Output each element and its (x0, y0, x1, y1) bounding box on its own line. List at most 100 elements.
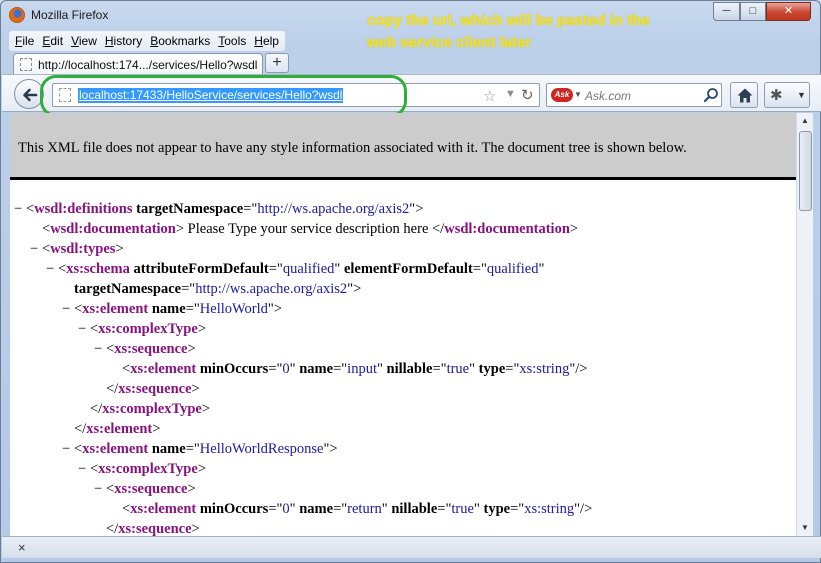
menu-item-help[interactable]: Help (250, 31, 283, 51)
back-arrow-icon (23, 88, 38, 102)
xml-attribute-value: return (347, 501, 382, 517)
xml-text: =" (185, 441, 200, 457)
search-bar[interactable]: Ask ▼ Ask.com (546, 83, 722, 107)
search-input[interactable]: Ask.com (585, 89, 631, 103)
menu-item-edit[interactable]: Edit (38, 31, 67, 51)
new-tab-button[interactable]: + (265, 53, 289, 73)
xml-text: > (115, 241, 124, 257)
xml-text: " (289, 501, 300, 517)
xml-text: " (538, 261, 545, 277)
xml-line: − <wsdl:types> (10, 239, 796, 259)
xml-text: > (187, 341, 196, 357)
menu-label: dit (50, 34, 64, 48)
xml-attribute-value: 0 (282, 501, 290, 517)
xml-attribute-name: nillable (391, 501, 438, 517)
xml-tag-name: xs:element (82, 301, 149, 317)
addon-toolbar-button[interactable]: ✱ ▼ (764, 82, 810, 108)
collapse-toggle[interactable]: − (78, 459, 90, 479)
xml-text: </ (74, 421, 87, 437)
home-button[interactable] (730, 82, 758, 108)
xml-attribute-name: type (478, 361, 506, 377)
collapse-toggle[interactable]: − (62, 439, 74, 459)
xml-text: "> (267, 301, 283, 317)
xml-tag-name: xs:sequence (114, 341, 188, 357)
xml-text: < (122, 361, 131, 377)
xml-line: − <wsdl:definitions targetNamespace="http… (10, 199, 796, 219)
xml-info-text: This XML file does not appear to have an… (18, 140, 687, 156)
xml-text: < (106, 481, 115, 497)
xml-line: − <xs:element name="HelloWorld"> (10, 299, 796, 319)
xml-attribute-name: name (299, 501, 334, 517)
collapse-toggle[interactable]: − (14, 199, 26, 219)
xml-text: > (197, 321, 206, 337)
xml-tag-name: wsdl:documentation (50, 221, 176, 237)
star-icon[interactable]: ☆ (483, 87, 496, 105)
magnifier-icon[interactable] (703, 87, 719, 103)
collapse-toggle[interactable]: − (94, 479, 106, 499)
xml-text: < (74, 301, 83, 317)
xml-text: =" (472, 261, 487, 277)
menu-item-history[interactable]: History (101, 31, 146, 51)
xml-text: </ (90, 401, 103, 417)
close-button[interactable]: ✕ (766, 2, 811, 21)
scroll-down-button[interactable]: ▼ (797, 520, 813, 536)
xml-text: < (42, 241, 51, 257)
xml-text: =" (185, 301, 200, 317)
collapse-toggle[interactable]: − (78, 319, 90, 339)
menu-item-file[interactable]: File (11, 31, 38, 51)
xml-attribute-name: targetNamespace (136, 201, 244, 217)
url-highlight-ring (40, 75, 407, 117)
xml-line: − <xs:complexType> (10, 459, 796, 479)
xml-text: < (90, 321, 99, 337)
reload-icon[interactable]: ↻ (521, 86, 534, 104)
menu-item-view[interactable]: View (67, 31, 101, 51)
xml-line: <xs:element minOccurs="0" name="input" n… (10, 359, 796, 379)
menu-item-bookmarks[interactable]: Bookmarks (146, 31, 214, 51)
xml-text: =" (437, 501, 452, 517)
xml-tag-name: xs:sequence (118, 521, 192, 536)
xml-text: < (26, 201, 35, 217)
collapse-toggle[interactable]: − (30, 239, 42, 259)
xml-text: " (376, 361, 387, 377)
tab-wsdl[interactable]: http://localhost:174.../services/Hello?w… (13, 53, 263, 75)
collapse-toggle[interactable]: − (46, 259, 58, 279)
xml-attribute-name: minOccurs (199, 501, 269, 517)
scroll-up-button[interactable]: ▲ (797, 113, 813, 129)
menu-item-tools[interactable]: Tools (214, 31, 250, 51)
xml-tag-name: wsdl:types (50, 241, 116, 257)
xml-tag-name: xs:element (130, 361, 197, 377)
search-engine-chevron-icon[interactable]: ▼ (574, 90, 582, 99)
chevron-down-icon[interactable]: ▼ (505, 88, 516, 100)
xml-text: "/> (574, 501, 593, 517)
xml-line: − <xs:sequence> (10, 339, 796, 359)
close-addon-bar-button[interactable]: × (18, 540, 26, 555)
xml-text: < (106, 341, 115, 357)
xml-attribute-value: HelloWorld (199, 301, 268, 317)
scroll-thumb[interactable] (799, 131, 812, 211)
xml-line: <wsdl:documentation> Please Type your se… (10, 219, 796, 239)
collapse-toggle[interactable]: − (62, 299, 74, 319)
xml-tag-name: xs:element (82, 441, 149, 457)
xml-text: > (152, 421, 161, 437)
xml-attribute-name: attributeFormDefault (133, 261, 269, 277)
xml-line: − <xs:sequence> (10, 479, 796, 499)
vertical-scrollbar[interactable]: ▲ ▼ (796, 113, 813, 536)
minimize-button[interactable]: ─ (713, 2, 740, 21)
xml-tag-name: xs:complexType (102, 401, 202, 417)
ask-logo-icon[interactable]: Ask (551, 88, 573, 102)
xml-attribute-name: elementFormDefault (343, 261, 473, 277)
xml-text: </ (106, 521, 119, 536)
menu-bar: File Edit View History Bookmarks Tools Help (9, 31, 285, 51)
xml-tag-name: wsdl:documentation (444, 221, 570, 237)
collapse-toggle[interactable]: − (94, 339, 106, 359)
xml-attribute-name: nillable (386, 361, 433, 377)
xml-attribute-name: name (151, 441, 186, 457)
xml-text: " (289, 361, 300, 377)
xml-attribute-name: name (299, 361, 334, 377)
xml-tag-name: xs:complexType (98, 461, 198, 477)
xml-text: > (187, 481, 196, 497)
xml-text: =" (333, 501, 348, 517)
menu-label: elp (262, 34, 279, 48)
maximize-button[interactable]: □ (740, 2, 766, 21)
menu-label: istory (113, 34, 143, 48)
